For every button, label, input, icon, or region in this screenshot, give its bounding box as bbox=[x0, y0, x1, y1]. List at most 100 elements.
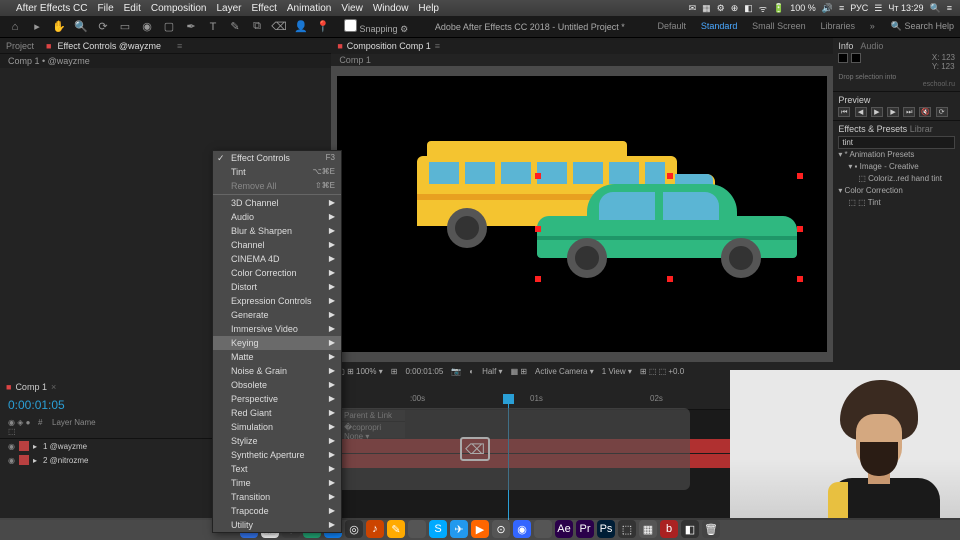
tab-composition[interactable]: Composition Comp 1 bbox=[347, 41, 431, 51]
dock-item[interactable]: ✎ bbox=[387, 520, 405, 538]
status-icon[interactable]: ◧ bbox=[744, 3, 753, 14]
menu-app[interactable]: After Effects CC bbox=[16, 3, 88, 14]
menu-cat-keying[interactable]: Keying▶ bbox=[213, 336, 341, 350]
mute-icon[interactable]: 🔇 bbox=[919, 107, 931, 117]
brush-tool-icon[interactable]: ✎ bbox=[226, 18, 244, 36]
menu-cat-matte[interactable]: Matte▶ bbox=[213, 350, 341, 364]
input-lang[interactable]: РУС bbox=[850, 3, 868, 13]
visibility-icon[interactable]: ◉ bbox=[8, 442, 15, 451]
ws-more-icon[interactable]: » bbox=[870, 21, 875, 31]
search-help[interactable]: 🔍 Search Help bbox=[891, 21, 954, 32]
menu-cat-blur-sharpen[interactable]: Blur & Sharpen▶ bbox=[213, 224, 341, 238]
camera-dropdown[interactable]: Active Camera ▾ bbox=[535, 367, 594, 376]
menu-tint[interactable]: Tint⌥⌘E bbox=[213, 165, 341, 179]
dock-item[interactable]: ◎ bbox=[345, 520, 363, 538]
menu-cat-channel[interactable]: Channel▶ bbox=[213, 238, 341, 252]
snapping-checkbox[interactable] bbox=[344, 19, 357, 32]
tree-item[interactable]: ▾ * Animation Presets bbox=[838, 149, 955, 161]
menu-cat-stylize[interactable]: Stylize▶ bbox=[213, 434, 341, 448]
viewer[interactable] bbox=[331, 66, 833, 362]
tree-item[interactable]: ▾ Color Correction bbox=[838, 185, 955, 197]
status-icon[interactable]: ⊕ bbox=[731, 3, 739, 14]
menu-cat-distort[interactable]: Distort▶ bbox=[213, 280, 341, 294]
menu-composition[interactable]: Composition bbox=[151, 3, 207, 14]
status-icon[interactable]: ☰ bbox=[874, 3, 882, 14]
menu-cat-perspective[interactable]: Perspective▶ bbox=[213, 392, 341, 406]
spotlight-icon[interactable]: 🔍 bbox=[930, 3, 941, 14]
menu-view[interactable]: View bbox=[341, 3, 363, 14]
dock-item[interactable]: ⊙ bbox=[492, 520, 510, 538]
clock[interactable]: Чт 13:29 bbox=[888, 3, 923, 13]
tree-item[interactable]: ⬚ Coloriz..red hand tint bbox=[838, 173, 955, 185]
menu-cat-simulation[interactable]: Simulation▶ bbox=[213, 420, 341, 434]
time-display[interactable]: 0:00:01:05 bbox=[405, 367, 443, 376]
ws-default[interactable]: Default bbox=[658, 21, 687, 31]
menu-cat-utility[interactable]: Utility▶ bbox=[213, 518, 341, 532]
dock-item[interactable]: ♪ bbox=[366, 520, 384, 538]
menu-cat-text[interactable]: Text▶ bbox=[213, 462, 341, 476]
tree-item[interactable]: ▾ ▪ Image - Creative bbox=[838, 161, 955, 173]
home-icon[interactable]: ⌂ bbox=[6, 18, 24, 36]
viewer-opts[interactable]: ⊞ ⬚ ⬚ +0.0 bbox=[640, 367, 684, 376]
dock-item[interactable]: Pr bbox=[576, 520, 594, 538]
selection-handle[interactable] bbox=[667, 173, 673, 179]
ws-standard[interactable]: Standard bbox=[701, 21, 738, 31]
dock-item[interactable]: b bbox=[660, 520, 678, 538]
backspace-icon[interactable]: ⌫ bbox=[460, 437, 490, 461]
status-icon[interactable]: ⚙ bbox=[717, 3, 725, 14]
menu-cat-expression-controls[interactable]: Expression Controls▶ bbox=[213, 294, 341, 308]
selection-tool-icon[interactable]: ▸ bbox=[28, 18, 46, 36]
visibility-icon[interactable]: ◉ bbox=[8, 456, 15, 465]
menu-cat-cinema-4d[interactable]: CINEMA 4D▶ bbox=[213, 252, 341, 266]
menu-animation[interactable]: Animation bbox=[287, 3, 331, 14]
selection-handle[interactable] bbox=[797, 173, 803, 179]
hand-tool-icon[interactable]: ✋ bbox=[50, 18, 68, 36]
wifi-icon[interactable]: ᯤ bbox=[759, 2, 767, 15]
view-dropdown[interactable]: 1 View ▾ bbox=[602, 367, 632, 376]
res-dropdown[interactable]: Half ▾ bbox=[482, 367, 502, 376]
comp-path[interactable]: Comp 1 bbox=[331, 54, 833, 66]
dock-item[interactable]: ▦ bbox=[639, 520, 657, 538]
menu-cat-3d-channel[interactable]: 3D Channel▶ bbox=[213, 196, 341, 210]
resolution-btn[interactable]: ⊞ bbox=[391, 367, 398, 376]
dock-item[interactable] bbox=[534, 520, 552, 538]
volume-icon[interactable]: 🔊 bbox=[822, 3, 833, 14]
tab-timeline-comp[interactable]: Comp 1 bbox=[15, 382, 47, 392]
play-icon[interactable]: ▶ bbox=[871, 107, 883, 117]
menu-cat-trapcode[interactable]: Trapcode▶ bbox=[213, 504, 341, 518]
selection-handle[interactable] bbox=[797, 276, 803, 282]
status-icon[interactable]: ▦ bbox=[702, 3, 711, 14]
zoom-dropdown[interactable]: ▢ ⊞ 100% ▾ bbox=[337, 367, 382, 376]
ws-libraries[interactable]: Libraries bbox=[820, 21, 855, 31]
pan-behind-icon[interactable]: ◉ bbox=[138, 18, 156, 36]
effects-search-input[interactable] bbox=[838, 136, 955, 149]
first-frame-icon[interactable]: ⏮ bbox=[838, 107, 850, 117]
menu-layer[interactable]: Layer bbox=[216, 3, 241, 14]
dock-item[interactable]: Ps bbox=[597, 520, 615, 538]
roto-tool-icon[interactable]: 👤 bbox=[292, 18, 310, 36]
battery-icon[interactable]: 🔋 bbox=[773, 3, 784, 14]
panel-menu-icon[interactable]: ≡ bbox=[177, 41, 182, 51]
pen-tool-icon[interactable]: ✒ bbox=[182, 18, 200, 36]
menu-cat-red-giant[interactable]: Red Giant▶ bbox=[213, 406, 341, 420]
menu-cat-time[interactable]: Time▶ bbox=[213, 476, 341, 490]
selection-handle[interactable] bbox=[535, 276, 541, 282]
dock-item[interactable]: 🗑 bbox=[702, 520, 720, 538]
menu-effect-controls[interactable]: ✓Effect ControlsF3 bbox=[213, 151, 341, 165]
dock-item[interactable] bbox=[408, 520, 426, 538]
menu-window[interactable]: Window bbox=[373, 3, 409, 14]
panel-menu-icon[interactable]: ≡ bbox=[435, 41, 440, 51]
eraser-tool-icon[interactable]: ⌫ bbox=[270, 18, 288, 36]
tree-item[interactable]: ⬚ ⬚ Tint bbox=[838, 197, 955, 209]
menu-cat-generate[interactable]: Generate▶ bbox=[213, 308, 341, 322]
dock-item[interactable]: ◉ bbox=[513, 520, 531, 538]
channel-icon[interactable]: ◐ bbox=[469, 367, 474, 376]
dock-item[interactable]: ✈ bbox=[450, 520, 468, 538]
type-tool-icon[interactable]: T bbox=[204, 18, 222, 36]
dock-item[interactable]: S bbox=[429, 520, 447, 538]
shape-tool-icon[interactable]: ▢ bbox=[160, 18, 178, 36]
status-icon[interactable]: ✉ bbox=[689, 3, 697, 14]
menu-cat-noise-grain[interactable]: Noise & Grain▶ bbox=[213, 364, 341, 378]
selection-handle[interactable] bbox=[535, 173, 541, 179]
dock-item[interactable]: ⬚ bbox=[618, 520, 636, 538]
